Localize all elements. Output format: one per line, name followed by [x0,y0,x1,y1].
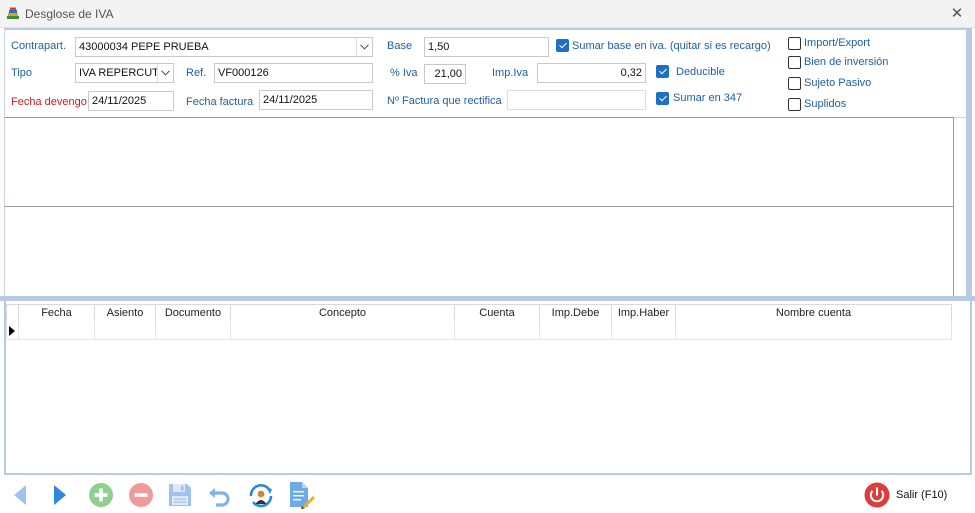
base-label: Base [387,40,413,52]
exit-label: Salir (F10) [896,489,948,501]
save-button[interactable] [166,481,194,509]
base-value: 1,50 [428,41,450,53]
pane-divider [953,117,954,297]
grid-corner-cell [6,304,19,322]
ref-label: Ref. [186,67,207,79]
sumar-347-checkbox[interactable] [656,92,669,105]
exit-button[interactable]: Salir (F10) [864,481,947,509]
cell-concepto[interactable] [231,322,455,340]
tipo-value: IVA REPERCUTI [79,67,162,79]
bien-inversion-label: Bien de inversión [804,56,889,68]
fecha-devengo-input[interactable]: 24/11/2025 [88,91,174,111]
bien-inversion-checkbox[interactable] [788,56,801,69]
suplidos-label: Suplidos [804,98,847,110]
column-header-imp-haber[interactable]: Imp.Haber [612,304,676,322]
fecha-factura-value: 24/11/2025 [263,94,318,106]
fecha-factura-input[interactable]: 24/11/2025 [259,90,373,110]
plus-icon [89,483,113,507]
app-books-icon [7,7,19,19]
undo-icon [209,488,230,507]
cell-imp-debe[interactable] [540,322,612,340]
power-icon [864,482,890,508]
arrow-left-icon [14,485,26,505]
cell-asiento[interactable] [95,322,156,340]
current-row-indicator-icon [9,326,15,336]
column-header-asiento[interactable]: Asiento [95,304,156,322]
document-edit-icon [290,482,315,509]
floppy-icon [169,484,191,506]
imp-iva-value: 0,32 [620,67,642,79]
frame-edge [966,28,972,298]
previous-button[interactable] [6,481,34,509]
close-icon: ✕ [950,5,964,22]
deducible-checkbox[interactable] [656,65,669,78]
pct-iva-label: % Iva [390,67,418,79]
fecha-factura-label: Fecha factura [186,96,254,108]
contrapart-label: Contrapart. [11,40,67,52]
sujeto-pasivo-label: Sujeto Pasivo [804,77,872,89]
detail-pane-lower [4,206,954,296]
imp-iva-label: Imp.Iva [492,67,529,79]
tipo-select[interactable]: IVA REPERCUTI [75,63,174,83]
delete-button[interactable] [127,481,155,509]
column-header-nombre-cuenta[interactable]: Nombre cuenta [676,304,952,322]
deducible-label: Deducible [676,66,725,78]
fecha-devengo-label: Fecha devengo [11,96,87,108]
minus-icon [129,483,153,507]
sumar-base-label: Sumar base en iva. (quitar si es recargo… [572,40,771,52]
chevron-down-icon[interactable] [157,64,173,82]
fecha-devengo-value: 24/11/2025 [92,95,147,107]
contrapart-value: 43000034 PEPE PRUEBA [79,41,209,53]
table-row[interactable] [6,322,952,340]
column-header-fecha[interactable]: Fecha [19,304,95,322]
column-header-imp-debe[interactable]: Imp.Debe [540,304,612,322]
undo-button[interactable] [206,481,234,509]
arrow-right-icon [54,485,66,505]
sujeto-pasivo-checkbox[interactable] [788,77,801,90]
column-header-concepto[interactable]: Concepto [231,304,455,322]
window-title: Desglose de IVA [25,7,114,21]
cell-fecha[interactable] [19,322,95,340]
contrapart-select[interactable]: 43000034 PEPE PRUEBA [75,37,373,57]
import-export-checkbox[interactable] [788,37,801,50]
factura-rectifica-input[interactable] [507,90,646,110]
refresh-user-button[interactable] [247,481,275,509]
imp-iva-input[interactable]: 0,32 [537,63,646,83]
edit-document-button[interactable] [287,481,315,509]
close-button[interactable]: ✕ [944,3,970,25]
sumar-347-label: Sumar en 347 [673,92,743,104]
import-export-label: Import/Export [804,37,871,49]
pct-iva-input[interactable]: 21,00 [424,64,466,84]
suplidos-checkbox[interactable] [788,98,801,111]
chevron-down-icon[interactable] [356,38,372,56]
factura-rectifica-label: Nº Factura que rectifica [387,95,502,107]
ref-value: VF000126 [218,67,269,79]
next-button[interactable] [46,481,74,509]
add-button[interactable] [87,481,115,509]
cell-nombre-cuenta[interactable] [676,322,952,340]
ref-input[interactable]: VF000126 [214,63,373,83]
detail-pane-upper [4,117,954,207]
pct-iva-value: 21,00 [434,68,462,80]
title-bar: Desglose de IVA ✕ [0,0,975,28]
column-header-documento[interactable]: Documento [156,304,231,322]
sumar-base-checkbox[interactable] [556,39,569,52]
cell-cuenta[interactable] [455,322,540,340]
cell-imp-haber[interactable] [612,322,676,340]
base-input[interactable]: 1,50 [424,37,549,57]
user-refresh-icon [249,484,273,508]
grid-bottom-border [4,473,972,475]
cell-documento[interactable] [156,322,231,340]
grid-header: Fecha Asiento Documento Concepto Cuenta … [6,304,952,322]
tipo-label: Tipo [11,67,32,79]
column-header-cuenta[interactable]: Cuenta [455,304,540,322]
